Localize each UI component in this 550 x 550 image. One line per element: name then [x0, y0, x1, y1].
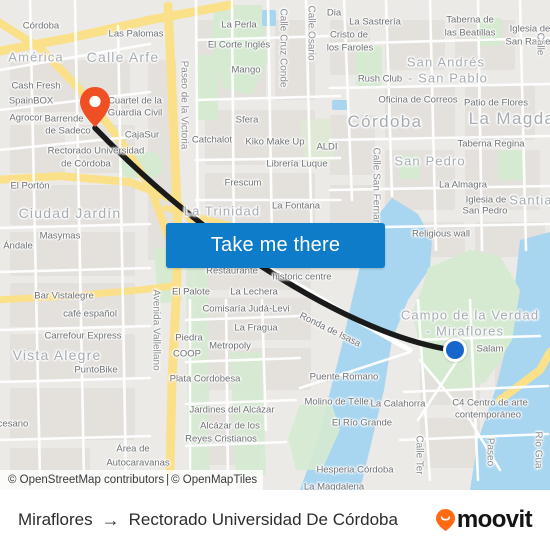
moovit-pin-icon — [435, 509, 455, 531]
route-summary: Miraflores → Rectorado Universidad De Có… — [18, 510, 398, 530]
map-attribution: © OpenStreetMap contributors | © OpenMapTi… — [0, 470, 264, 490]
moovit-wordmark: moovit — [456, 506, 533, 533]
moovit-route-card: Córdoba Las Palomas La Perla El Corte Inglé… — [0, 0, 550, 550]
attribution-osm[interactable]: © OpenStreetMap contributors — [8, 474, 164, 486]
attribution-openmaptiles[interactable]: © OpenMapTiles — [171, 474, 257, 486]
map-canvas[interactable]: Córdoba Las Palomas La Perla El Corte Inglé… — [0, 0, 550, 490]
end-location-dot[interactable] — [443, 338, 467, 362]
route-destination: Rectorado Universidad De Córdoba — [128, 510, 398, 529]
footer-bar: Miraflores → Rectorado Universidad De Có… — [0, 490, 550, 550]
take-me-there-button[interactable]: Take me there — [166, 223, 385, 268]
arrow-right-icon: → — [101, 510, 120, 530]
moovit-brand[interactable]: moovit — [435, 506, 533, 534]
route-origin: Miraflores — [18, 510, 93, 529]
